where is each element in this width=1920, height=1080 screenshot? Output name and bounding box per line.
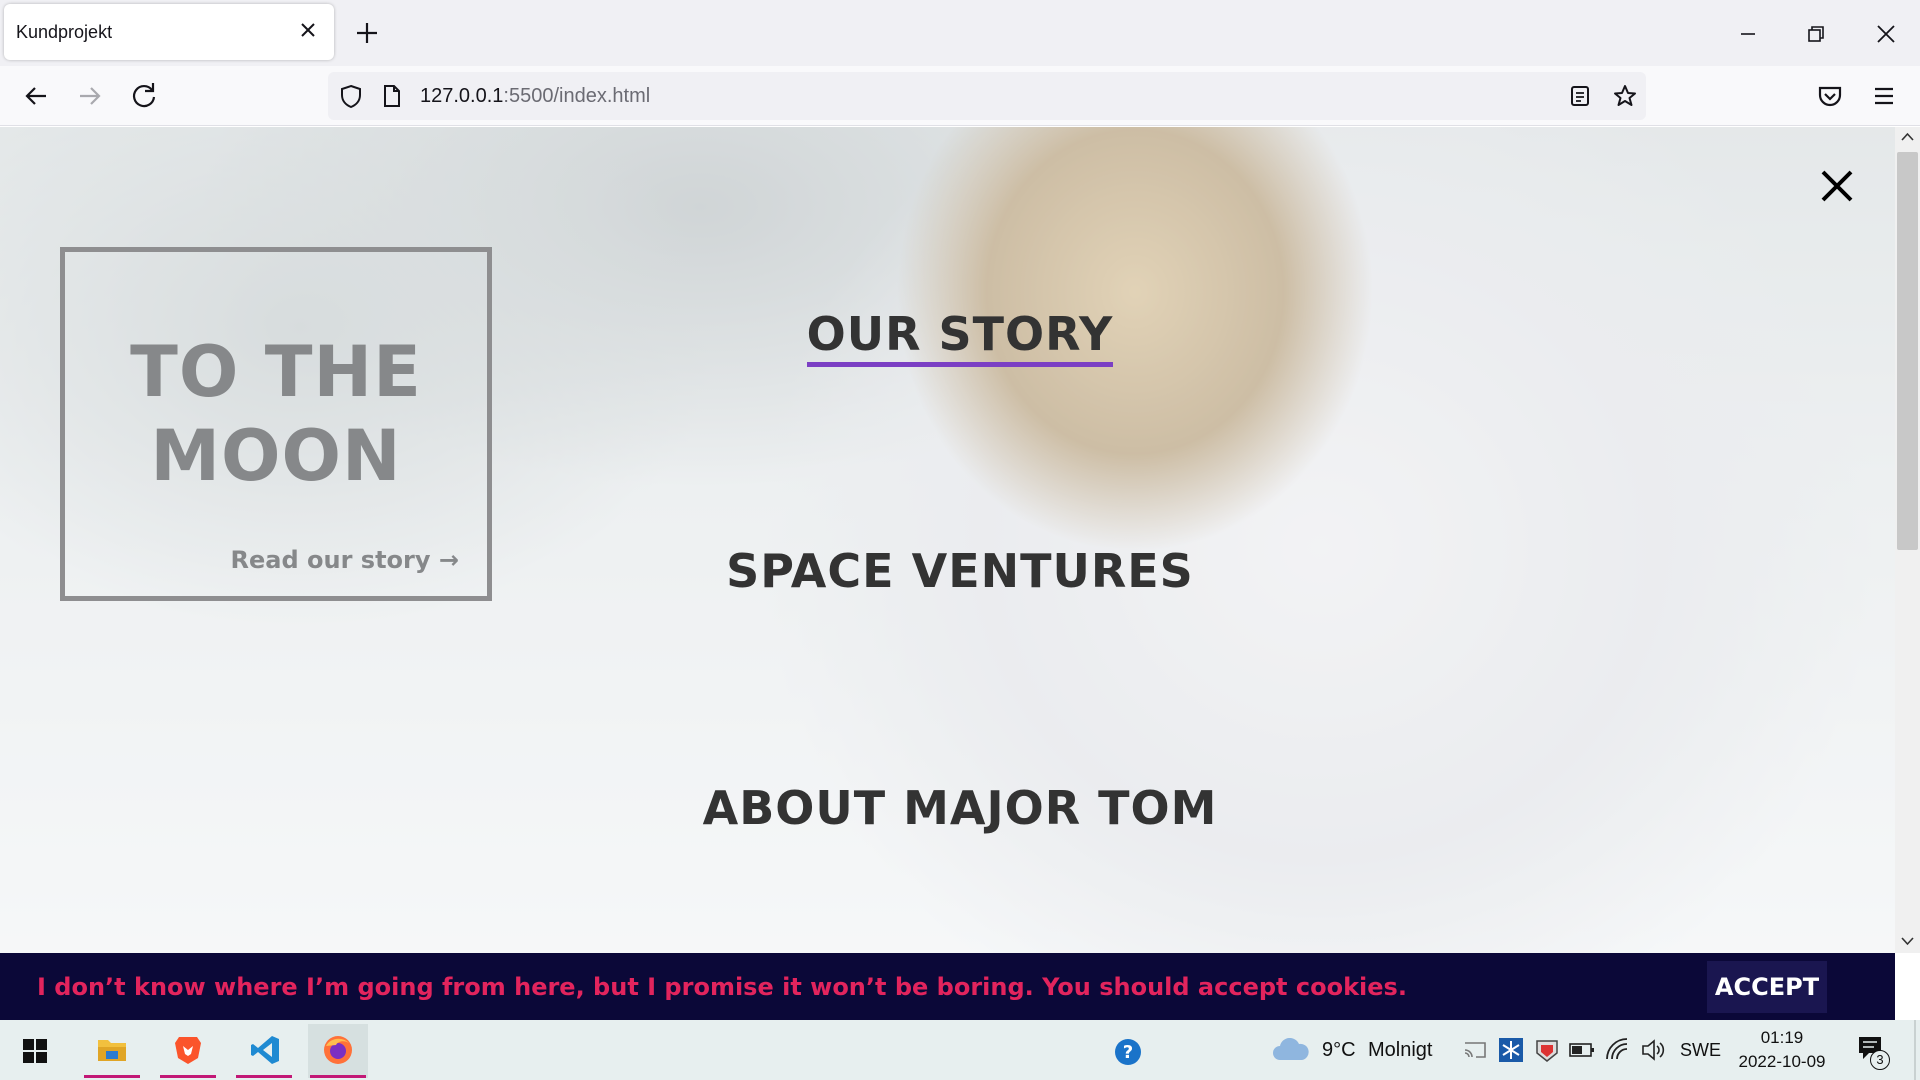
menu-item-space-ventures[interactable]: SPACE VENTURES [560,544,1360,598]
tab-title: Kundprojekt [16,22,113,42]
notification-count-badge: 3 [1870,1050,1890,1070]
url-text[interactable]: 127.0.0.1:5500/index.html [420,85,650,108]
url-bar[interactable]: 127.0.0.1:5500/index.html [328,72,1646,120]
read-our-story-link[interactable]: Read our story → [231,546,459,574]
cloud-icon [1273,1038,1309,1060]
reload-icon[interactable] [126,78,162,114]
help-icon[interactable]: ? [1114,1038,1142,1066]
clock-time: 01:19 [1760,1028,1804,1047]
language-indicator[interactable]: SWE [1680,1040,1721,1061]
shield-icon[interactable] [338,83,364,109]
cookie-banner: I don’t know where I’m going from here, … [0,953,1895,1020]
cast-icon[interactable] [1462,1038,1488,1062]
show-desktop-button[interactable] [1914,1020,1916,1080]
hero-title-line2: MOON [150,415,402,497]
taskbar-vscode[interactable] [234,1024,294,1078]
menu-item-label: ABOUT MAJOR TOM [702,781,1218,835]
restore-icon[interactable] [1796,14,1836,54]
hero-card: TO THE MOON Read our story → [60,247,492,601]
browser-tab-bar: Kundprojekt [0,0,1920,66]
folder-icon [98,1040,126,1061]
battery-icon[interactable] [1568,1039,1596,1061]
browser-tab[interactable]: Kundprojekt [4,4,334,60]
hero-title: TO THE MOON [65,330,487,498]
windows-taskbar: ? 9°C Molnigt SWE 01:19 2022-10-09 3 [0,1020,1920,1080]
wifi-icon[interactable] [1604,1037,1630,1063]
scroll-down-icon[interactable] [1900,935,1915,947]
menu-item-label: SPACE VENTURES [726,544,1194,598]
brave-lion-icon [175,1037,201,1064]
weather-description[interactable]: Molnigt [1368,1039,1432,1062]
browser-nav-bar: 127.0.0.1:5500/index.html [0,66,1920,126]
menu-item-about-major-tom[interactable]: ABOUT MAJOR TOM [560,781,1360,835]
menu-item-label: OUR STORY [806,307,1114,367]
windows-logo-icon [23,1039,47,1063]
scroll-up-icon[interactable] [1900,131,1915,143]
accept-cookies-button[interactable]: ACCEPT [1707,961,1827,1013]
notification-center[interactable]: 3 [1856,1034,1890,1070]
svg-text:?: ? [1123,1042,1133,1063]
taskbar-brave[interactable] [158,1024,218,1078]
taskbar-firefox[interactable] [308,1024,368,1078]
start-button[interactable] [6,1024,66,1078]
security-shield-icon[interactable] [1534,1037,1560,1063]
taskbar-file-explorer[interactable] [82,1024,142,1078]
window-close-icon[interactable] [1866,14,1906,54]
menu-item-our-story[interactable]: OUR STORY [560,307,1360,367]
tab-close-icon[interactable] [296,18,320,42]
hero-title-line1: TO THE [130,331,422,413]
minimize-icon[interactable] [1728,14,1768,54]
close-menu-icon[interactable] [1818,167,1856,205]
snowflake-app-icon[interactable] [1498,1037,1524,1063]
new-tab-icon[interactable] [352,18,382,48]
reader-view-icon[interactable] [1568,84,1592,108]
forward-icon[interactable] [72,78,108,114]
pocket-icon[interactable] [1812,78,1848,114]
hamburger-menu-icon[interactable] [1866,78,1902,114]
scrollbar-thumb[interactable] [1897,152,1918,550]
bookmark-star-icon[interactable] [1612,83,1638,109]
weather-temp[interactable]: 9°C [1322,1039,1356,1062]
page-viewport: TO THE MOON Read our story → OUR STORY S… [0,127,1895,953]
vscode-icon [251,1036,279,1064]
volume-icon[interactable] [1640,1037,1666,1063]
back-icon[interactable] [18,78,54,114]
url-path: :5500/index.html [503,85,651,107]
page-icon [384,85,400,107]
clock[interactable]: 01:19 2022-10-09 [1730,1026,1834,1074]
firefox-icon [324,1036,352,1064]
cookie-message: I don’t know where I’m going from here, … [37,973,1407,1001]
clock-date: 2022-10-09 [1738,1052,1826,1071]
url-host: 127.0.0.1 [420,85,504,107]
